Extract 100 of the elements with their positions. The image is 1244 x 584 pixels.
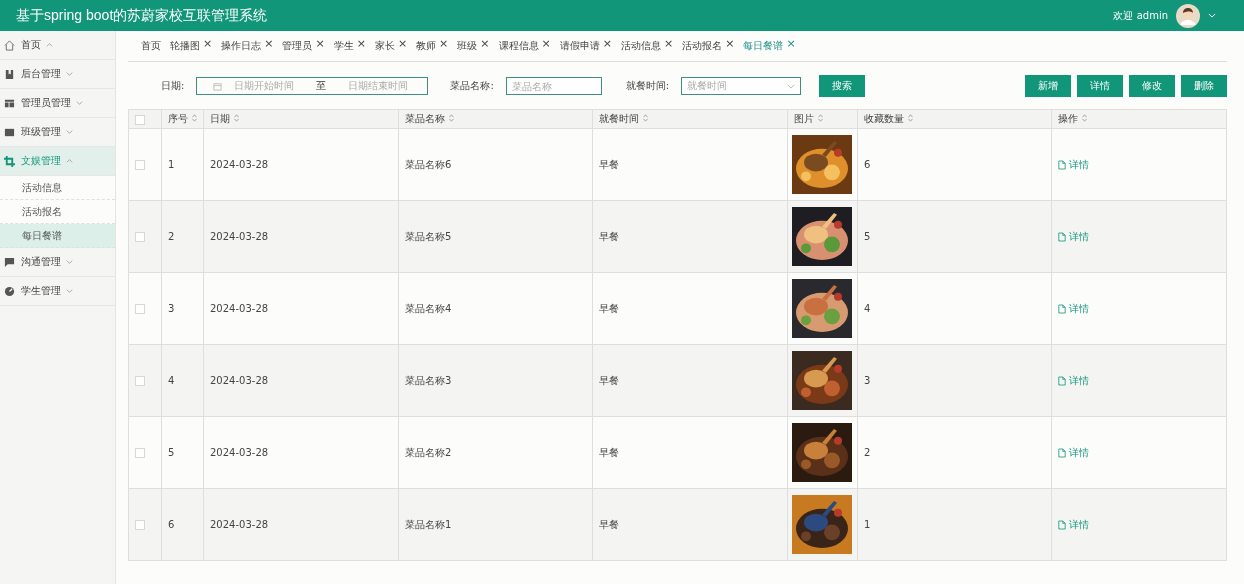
table-cell: 2024-03-28 <box>203 128 399 201</box>
chevron-up-icon <box>66 159 73 163</box>
detail-link[interactable]: 详情 <box>1058 517 1089 532</box>
tab[interactable]: 管理员 × <box>282 39 325 53</box>
sidebar-subitem[interactable]: 每日餐谱 <box>0 224 115 248</box>
tab[interactable]: 活动信息 × <box>620 39 674 53</box>
tab[interactable]: 学生 × <box>333 39 366 53</box>
table-cell: 早餐 <box>592 488 788 561</box>
table-cell: 5 <box>161 416 204 489</box>
table-cell: 3 <box>161 272 204 345</box>
sort-icon[interactable] <box>818 114 823 122</box>
tab[interactable]: 每日餐谱 × <box>743 39 796 53</box>
detail-link[interactable]: 详情 <box>1058 301 1089 316</box>
close-icon[interactable]: × <box>602 39 612 48</box>
table-cell: 5 <box>857 200 1052 273</box>
table-cell: 早餐 <box>592 128 788 201</box>
dish-name-label: 菜品名称: <box>450 79 494 93</box>
tab[interactable]: 活动报名 × <box>682 39 735 53</box>
sort-icon[interactable] <box>234 114 239 122</box>
sort-icon[interactable] <box>908 114 913 122</box>
search-button[interactable]: 搜索 <box>819 75 866 97</box>
column-header[interactable]: 操作 <box>1051 109 1227 129</box>
close-icon[interactable]: × <box>315 39 325 48</box>
chevron-down-icon <box>66 260 73 264</box>
checkbox[interactable] <box>135 520 145 530</box>
sidebar-subitem[interactable]: 活动报名 <box>0 200 115 224</box>
close-icon[interactable]: × <box>397 39 408 48</box>
chevron-up-icon <box>46 43 53 47</box>
column-header[interactable]: 菜品名称 <box>398 109 593 129</box>
close-icon[interactable]: × <box>725 39 735 48</box>
checkbox[interactable] <box>135 114 145 125</box>
sidebar-item[interactable]: 管理员管理 <box>0 89 115 118</box>
close-icon[interactable]: × <box>786 39 796 48</box>
action-button[interactable]: 详情 <box>1077 75 1123 97</box>
chevron-down-icon <box>787 83 796 89</box>
date-range-field[interactable]: 日期开始时间 至 日期结束时间 <box>196 77 429 95</box>
table-cell: 菜品名称4 <box>398 272 593 345</box>
column-header[interactable]: 收藏数量 <box>857 109 1052 129</box>
sort-icon[interactable] <box>192 114 197 122</box>
detail-link[interactable]: 详情 <box>1058 157 1089 172</box>
sidebar-item[interactable]: 首页 <box>0 31 115 60</box>
close-icon[interactable]: × <box>541 39 551 48</box>
column-header[interactable]: 日期 <box>203 109 399 129</box>
tab[interactable]: 首页 <box>141 39 161 53</box>
table-cell: 1 <box>161 128 204 201</box>
checkbox[interactable] <box>135 232 145 242</box>
avatar-icon[interactable] <box>1176 3 1200 28</box>
table-cell: 4 <box>161 344 204 417</box>
app-title: 基于spring boot的苏蔚家校互联管理系统 <box>16 6 269 25</box>
column-header[interactable]: 序号 <box>161 109 204 129</box>
table-cell: 4 <box>857 272 1052 345</box>
close-icon[interactable]: × <box>356 39 366 48</box>
tab[interactable]: 操作日志 × <box>221 39 274 53</box>
checkbox[interactable] <box>135 448 145 458</box>
table-cell: 早餐 <box>592 344 788 417</box>
detail-link[interactable]: 详情 <box>1058 229 1089 244</box>
table-cell: 菜品名称2 <box>398 416 593 489</box>
action-button[interactable]: 新增 <box>1025 75 1071 97</box>
tab[interactable]: 轮播图 × <box>170 39 213 53</box>
checkbox[interactable] <box>135 304 145 314</box>
chat-icon <box>4 256 15 268</box>
checkbox[interactable] <box>135 160 145 170</box>
tab[interactable]: 教师 × <box>416 39 449 53</box>
crop-icon <box>4 155 15 167</box>
action-button[interactable]: 修改 <box>1129 75 1175 97</box>
sort-icon[interactable] <box>1082 114 1087 122</box>
sort-icon[interactable] <box>449 114 454 122</box>
tab[interactable]: 课程信息 × <box>498 39 551 53</box>
close-icon[interactable]: × <box>264 39 274 48</box>
chevron-down-icon <box>76 101 83 105</box>
column-header[interactable]: 图片 <box>787 109 858 129</box>
chevron-down-icon[interactable] <box>1208 13 1216 18</box>
panel-icon <box>4 126 15 138</box>
table-cell: 早餐 <box>592 416 788 489</box>
dish-name-field[interactable]: 菜品名称 <box>505 77 602 95</box>
home-icon <box>4 39 15 51</box>
detail-link[interactable]: 详情 <box>1058 445 1089 460</box>
table-cell: 6 <box>161 488 204 561</box>
close-icon[interactable]: × <box>480 39 490 48</box>
column-header[interactable]: 就餐时间 <box>592 109 788 129</box>
action-button[interactable]: 删除 <box>1181 75 1227 97</box>
sort-icon[interactable] <box>643 114 648 122</box>
detail-link[interactable]: 详情 <box>1058 373 1089 388</box>
table-cell: 1 <box>857 488 1052 561</box>
checkbox[interactable] <box>135 376 145 386</box>
close-icon[interactable]: × <box>663 39 674 48</box>
sidebar-subitem[interactable]: 活动信息 <box>0 176 115 200</box>
book-icon <box>4 68 15 80</box>
tab[interactable]: 班级 × <box>457 39 490 53</box>
sidebar-item[interactable]: 沟通管理 <box>0 248 115 277</box>
date-label: 日期: <box>161 79 185 93</box>
sidebar-item[interactable]: 学生管理 <box>0 277 115 306</box>
meal-time-label: 就餐时间: <box>625 79 670 93</box>
tab[interactable]: 请假申请 × <box>559 39 612 53</box>
table-cell: 2 <box>857 416 1052 489</box>
sidebar-item[interactable]: 后台管理 <box>0 60 115 89</box>
document-icon <box>1058 159 1066 170</box>
close-icon[interactable]: × <box>203 39 213 48</box>
tab[interactable]: 家长 × <box>374 39 408 53</box>
close-icon[interactable]: × <box>439 39 449 48</box>
